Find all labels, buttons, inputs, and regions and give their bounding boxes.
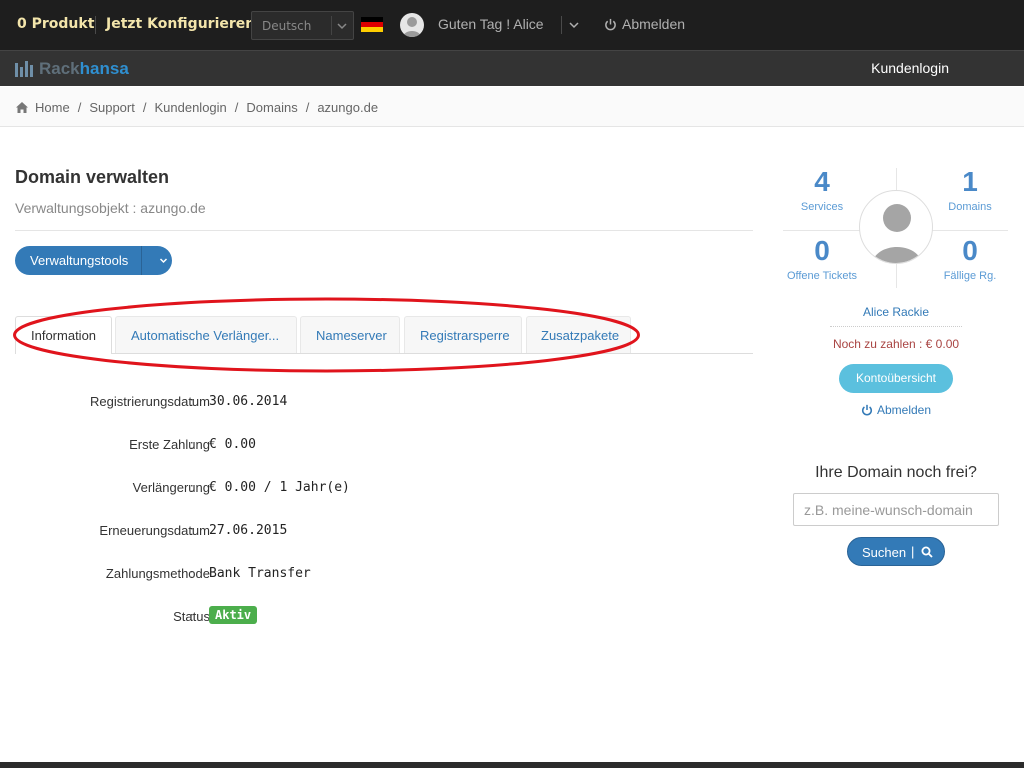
info-value: 27.06.2015 [209, 523, 288, 538]
info-row-payment-method: Zahlungsmethode : Bank Transfer [15, 566, 311, 586]
stat-label: Fällige Rg. [943, 270, 997, 282]
logout-link[interactable]: Abmelden [604, 16, 685, 32]
chevron-down-icon[interactable] [158, 255, 169, 266]
info-colon: : [190, 609, 194, 624]
account-overview-button[interactable]: Kontoübersicht [839, 364, 953, 393]
logout-label: Abmelden [876, 403, 932, 417]
stat-label: Services [800, 201, 844, 213]
breadcrumb-domains[interactable]: Domains [246, 100, 297, 115]
nav-bar: Rackhansa Kundenlogin [0, 50, 1024, 86]
breadcrumb: Home / Support / Kundenlogin / Domains / azungo.… [0, 87, 1024, 127]
stat-value: 1 [962, 166, 978, 197]
nav-customer-login[interactable]: Kundenlogin [871, 60, 949, 76]
info-colon: : [190, 394, 194, 409]
breadcrumb-separator: / [234, 100, 239, 115]
amount-due: Noch zu zahlen : € 0.00 [832, 337, 960, 351]
configure-link[interactable]: Jetzt Konfigurieren [106, 16, 255, 32]
sidebar-logout-link[interactable]: Abmelden [800, 402, 992, 417]
info-value: € 0.00 / 1 Jahr(e) [209, 480, 350, 495]
info-colon: : [190, 523, 194, 538]
footer-strip [0, 762, 1024, 768]
tab-addons[interactable]: Zusatzpakete [526, 316, 631, 353]
stat-label: Domains [948, 201, 992, 213]
tab-information[interactable]: Information [15, 316, 112, 354]
info-label: Erste Zahlung [129, 437, 210, 452]
divider [95, 16, 96, 34]
language-select[interactable]: Deutsch [251, 11, 354, 40]
breadcrumb-home[interactable]: Home [35, 100, 70, 115]
breadcrumb-customer-login[interactable]: Kundenlogin [154, 100, 226, 115]
status-badge: Aktiv [209, 606, 258, 624]
tab-auto-renewal[interactable]: Automatische Verlänger... [115, 316, 297, 353]
power-icon [861, 404, 872, 416]
stat-value: 0 [962, 235, 978, 266]
chevron-down-icon [337, 23, 347, 30]
logo-text-rack: Rack [39, 59, 80, 78]
domain-search-heading: Ihre Domain noch frei? [815, 464, 977, 481]
stat-open-tickets[interactable]: 0 Offene Tickets [777, 235, 867, 282]
user-greeting[interactable]: Guten Tag ! Alice [438, 16, 544, 32]
info-value: 30.06.2014 [209, 394, 288, 409]
logo-text-hansa: hansa [79, 59, 129, 78]
domain-search-input[interactable] [793, 493, 999, 526]
stat-value: 0 [814, 235, 830, 266]
home-icon [16, 102, 28, 113]
page-title: Domain verwalten [15, 167, 170, 187]
search-icon [921, 546, 933, 558]
logo-bars-icon [15, 61, 34, 77]
info-row-first-payment: Erste Zahlung : € 0.00 [15, 437, 256, 457]
info-row-renewal-date: Erneuerungsdatum : 27.06.2015 [15, 523, 287, 543]
management-tools-label: Verwaltungstools [30, 253, 129, 268]
divider [15, 230, 753, 231]
management-tools-button[interactable]: Verwaltungstools [15, 246, 172, 275]
customer-name-link[interactable]: Alice Rackie [830, 305, 962, 319]
info-value: Bank Transfer [209, 566, 311, 581]
info-colon: : [190, 480, 194, 495]
domain-tabs: Information Automatische Verlänger... Na… [15, 316, 753, 354]
language-value: Deutsch [262, 19, 312, 33]
info-row-registration-date: Registrierungsdatum : 30.06.2014 [15, 394, 287, 414]
profile-avatar-icon [859, 190, 933, 264]
german-flag-icon[interactable] [361, 17, 383, 32]
info-value: € 0.00 [209, 437, 256, 452]
divider [561, 16, 562, 34]
chevron-down-icon[interactable] [567, 18, 581, 32]
breadcrumb-support[interactable]: Support [89, 100, 135, 115]
tab-registrar-lock[interactable]: Registrarsperre [404, 316, 522, 353]
stat-due-invoices[interactable]: 0 Fällige Rg. [925, 235, 1015, 282]
info-label: Registrierungsdatum [90, 394, 210, 409]
info-colon: : [190, 437, 194, 452]
stat-label: Offene Tickets [786, 270, 858, 282]
stat-value: 4 [814, 166, 830, 197]
stat-domains[interactable]: 1 Domains [925, 166, 1015, 213]
search-button-separator: | [911, 544, 915, 559]
divider [331, 16, 332, 35]
info-label: Status [173, 609, 210, 624]
info-label: Erneuerungsdatum [99, 523, 210, 538]
info-label: Verlängerung [132, 480, 210, 495]
search-button-label: Suchen [862, 545, 907, 560]
top-bar: 0 Produkt Jetzt Konfigurieren Deutsch Gu… [0, 0, 1024, 50]
breadcrumb-separator: / [77, 100, 82, 115]
info-row-renewal: Verlängerung : € 0.00 / 1 Jahr(e) [15, 480, 350, 500]
breadcrumb-separator: / [142, 100, 147, 115]
divider [141, 246, 142, 275]
stat-services[interactable]: 4 Services [777, 166, 867, 213]
page-subtitle: Verwaltungsobjekt : azungo.de [15, 200, 206, 216]
cart-products-link[interactable]: 0 Produkt [17, 16, 94, 32]
divider [830, 326, 962, 327]
info-label: Zahlungsmethode [105, 566, 210, 581]
info-colon: : [190, 566, 194, 581]
user-avatar-icon[interactable] [400, 13, 424, 37]
info-row-status: Status : Aktiv [15, 606, 258, 629]
power-icon [605, 18, 616, 31]
tab-nameserver[interactable]: Nameserver [300, 316, 400, 353]
breadcrumb-current-domain: azungo.de [317, 100, 379, 115]
breadcrumb-separator: / [305, 100, 310, 115]
domain-search-button[interactable]: Suchen | [847, 537, 945, 566]
logout-label: Abmelden [622, 16, 686, 32]
